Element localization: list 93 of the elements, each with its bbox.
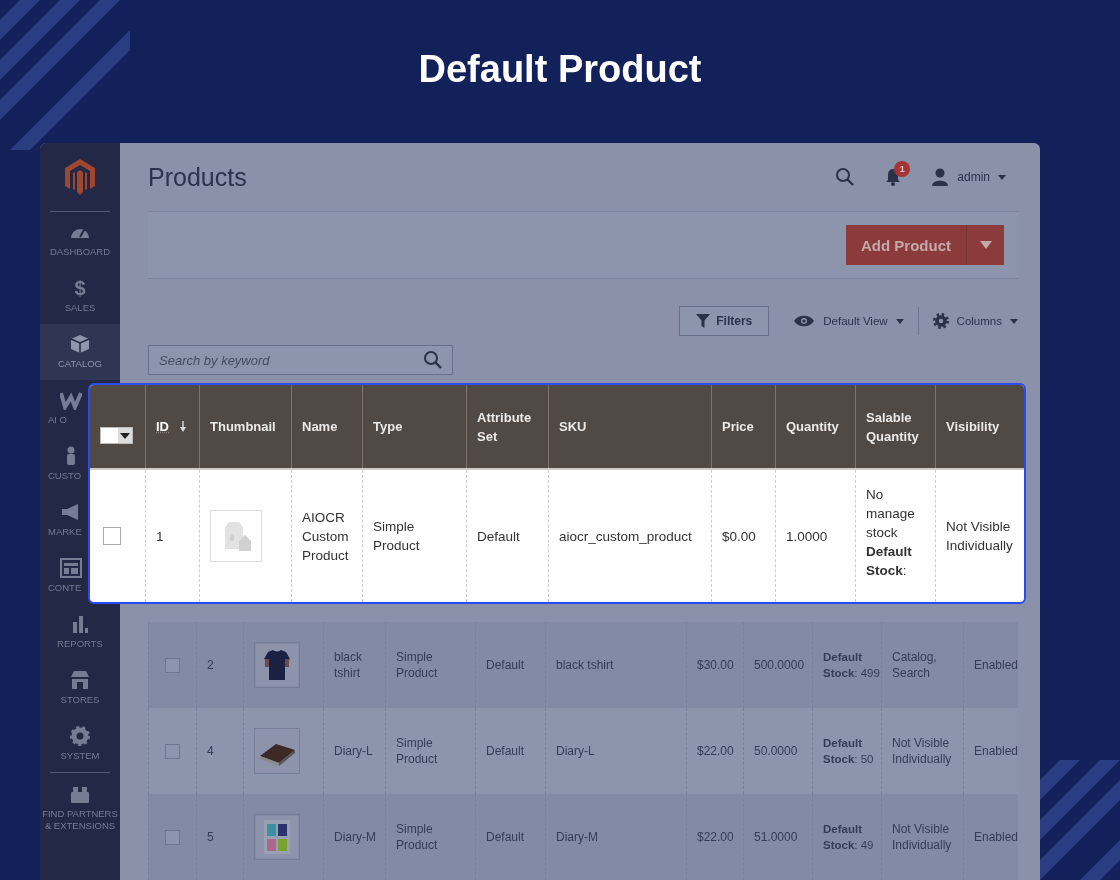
notification-badge: 1 bbox=[894, 161, 911, 178]
table-cell: 50.0000 bbox=[754, 743, 798, 759]
logo-icon bbox=[65, 159, 95, 195]
user-menu[interactable]: admin bbox=[931, 168, 1006, 187]
sidebar-item[interactable]: FIND PARTNERS & EXTENSIONS bbox=[40, 773, 120, 843]
row-checkbox[interactable] bbox=[165, 657, 180, 673]
search-icon[interactable] bbox=[835, 167, 856, 188]
table-cell-text: $0.00 bbox=[722, 527, 756, 546]
sidebar-item[interactable]: CUSTO bbox=[40, 436, 88, 492]
box-icon bbox=[69, 334, 91, 354]
table-cell: 4 bbox=[207, 743, 214, 759]
table-cell: 2 bbox=[207, 657, 214, 673]
sidebar-item[interactable]: CATALOG bbox=[40, 324, 120, 380]
banner-title: Default Product bbox=[418, 47, 702, 92]
caret-icon bbox=[979, 241, 992, 250]
column-header[interactable]: ID bbox=[156, 417, 169, 436]
table-cell-text: Default bbox=[477, 527, 520, 546]
table-cell-text: Simple Product bbox=[373, 518, 421, 555]
column-header[interactable]: SKU bbox=[559, 417, 587, 436]
settings-icon bbox=[69, 726, 91, 746]
search-icon[interactable] bbox=[423, 350, 443, 370]
table-cell: Enabled bbox=[974, 657, 1019, 673]
table-cell: Enabled bbox=[974, 743, 1019, 759]
sidebar-item[interactable]: $ SALES bbox=[40, 268, 120, 324]
table-cell: Enabled bbox=[974, 829, 1019, 845]
sidebar-item[interactable]: DASHBOARD bbox=[40, 212, 120, 268]
table-cell-text: Simple Product bbox=[396, 821, 439, 853]
user-icon bbox=[931, 168, 950, 187]
table-cell: $22.00 bbox=[697, 743, 734, 759]
table-cell-text: 1.0000 bbox=[786, 527, 828, 546]
storefront-icon bbox=[69, 670, 91, 690]
table-cell: Diary-M bbox=[556, 829, 598, 845]
columns-dropdown[interactable]: Columns bbox=[932, 313, 1018, 329]
sort-arrow-icon[interactable] bbox=[179, 421, 187, 432]
sidebar-item[interactable]: SYSTEM bbox=[40, 716, 120, 772]
add-product-dropdown[interactable] bbox=[966, 225, 1004, 266]
table-cell-text: Not Visible Individually bbox=[892, 821, 953, 853]
table-cell-text: Default Stock: 50 bbox=[823, 736, 875, 767]
table-cell: Diary-L bbox=[556, 743, 595, 759]
row-checkbox[interactable] bbox=[165, 829, 180, 845]
eye-icon bbox=[793, 315, 816, 327]
column-header[interactable]: Thumbnail bbox=[210, 417, 276, 436]
table-cell: $30.00 bbox=[697, 657, 734, 673]
table-cell: Diary-M bbox=[334, 829, 376, 845]
row-checkbox[interactable] bbox=[165, 743, 180, 759]
table-cell: $22.00 bbox=[697, 829, 734, 845]
column-header[interactable]: Quantity bbox=[786, 417, 839, 436]
table-cell-text: Simple Product bbox=[396, 649, 439, 681]
table-cell-text: 1 bbox=[156, 527, 164, 546]
sidebar-item[interactable]: CONTE bbox=[40, 548, 88, 604]
column-header[interactable]: Price bbox=[722, 417, 754, 436]
table-cell-text: AIOCR Custom Product bbox=[302, 508, 350, 565]
caret-icon bbox=[895, 318, 904, 324]
sidebar-item[interactable]: AI O bbox=[40, 380, 88, 436]
table-cell-text: Not Visible Individually bbox=[946, 518, 1013, 555]
table-cell: black tshirt bbox=[556, 657, 614, 673]
table-cell-text: black tshirt bbox=[334, 649, 363, 681]
letter-w-icon bbox=[60, 390, 82, 410]
row-checkbox[interactable] bbox=[102, 527, 121, 545]
column-header[interactable]: Attribute Set bbox=[477, 407, 548, 446]
filter-icon bbox=[696, 314, 711, 328]
table-cell: 51.0000 bbox=[754, 829, 798, 845]
table-cell: Diary-L bbox=[334, 743, 373, 759]
settings-icon bbox=[932, 313, 949, 329]
table-cell: Default bbox=[486, 829, 525, 845]
layout-icon bbox=[60, 558, 82, 578]
table-cell-text: Default Stock: 499 bbox=[823, 650, 881, 681]
add-product-button[interactable]: Add Product bbox=[846, 225, 966, 266]
brick-icon bbox=[69, 784, 91, 804]
search-field[interactable]: Search by keyword bbox=[148, 345, 453, 375]
column-header[interactable]: Visibility bbox=[946, 417, 1000, 436]
select-all-dropdown[interactable] bbox=[100, 427, 133, 444]
caret-icon bbox=[1010, 318, 1018, 324]
sidebar-item[interactable]: MARKE bbox=[40, 492, 88, 548]
table-cell-text: aiocr_custom_product bbox=[559, 527, 692, 546]
table-cell: 500.0000 bbox=[754, 657, 805, 673]
column-header[interactable]: Type bbox=[373, 417, 403, 436]
table-cell: 5 bbox=[207, 829, 214, 845]
table-cell-text: No manage stock Default Stock: bbox=[866, 485, 916, 580]
view-dropdown[interactable]: Default View bbox=[793, 315, 904, 327]
sidebar-item[interactable]: REPORTS bbox=[40, 604, 120, 660]
table-cell: Default bbox=[486, 743, 525, 759]
column-header[interactable]: Salable Quantity bbox=[866, 407, 935, 446]
column-header[interactable]: Name bbox=[302, 417, 338, 436]
table-cell-text: Simple Product bbox=[396, 735, 439, 767]
filters-button[interactable]: Filters bbox=[679, 306, 770, 336]
sidebar-item[interactable]: STORES bbox=[40, 660, 120, 716]
table-cell: Default bbox=[486, 657, 525, 673]
caret-icon bbox=[998, 174, 1006, 180]
table-cell-text: Not Visible Individually bbox=[892, 735, 953, 767]
table-cell-text: Default Stock: 49 bbox=[823, 822, 875, 853]
page-title: Products bbox=[148, 162, 247, 192]
table-cell-text: Catalog, Search bbox=[892, 649, 938, 681]
